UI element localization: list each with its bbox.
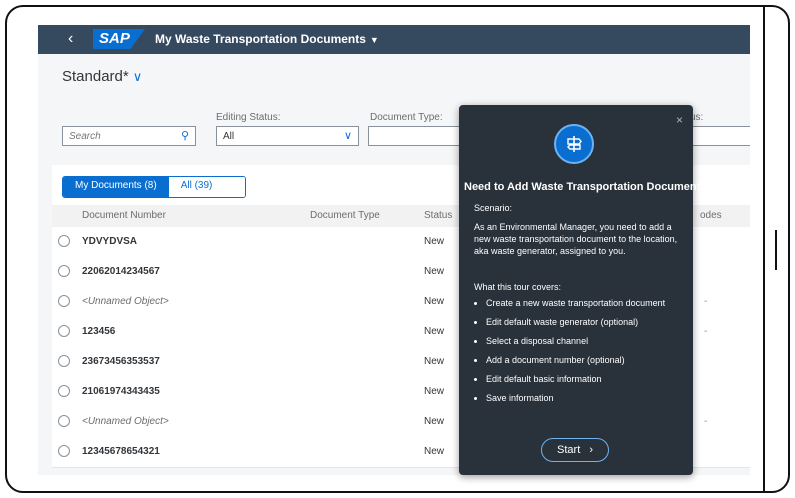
chevron-right-icon: › [589, 444, 593, 456]
row-radio[interactable] [58, 415, 70, 427]
row-codes-value: - [704, 326, 708, 337]
row-status: New [424, 326, 445, 337]
document-number: 123456 [82, 326, 116, 337]
shell-bar: ‹ SAP My Waste Transportation Documents ▼ [38, 25, 750, 54]
row-radio[interactable] [58, 325, 70, 337]
column-codes[interactable]: odes [700, 210, 722, 221]
status-filter-select[interactable] [690, 126, 750, 146]
row-status: New [424, 416, 445, 427]
start-tour-button[interactable]: Start › [541, 438, 609, 462]
editing-status-label: Editing Status: [216, 112, 281, 123]
app-title: My Waste Transportation Documents [155, 32, 366, 46]
variant-management[interactable]: Standard* ∨ [62, 68, 142, 85]
caret-down-icon: ▼ [369, 35, 379, 45]
tour-step: Select a disposal channel [486, 336, 686, 347]
row-codes-value: - [704, 296, 708, 307]
column-document-number[interactable]: Document Number [82, 210, 166, 221]
document-segmented-button: My Documents (8) All (39) [62, 176, 246, 198]
row-radio[interactable] [58, 235, 70, 247]
start-label: Start [557, 444, 581, 456]
row-status: New [424, 386, 445, 397]
row-status: New [424, 356, 445, 367]
tour-step: Edit default basic information [486, 374, 686, 385]
document-type-label: Document Type: [370, 112, 443, 123]
row-status: New [424, 446, 445, 457]
row-status: New [424, 296, 445, 307]
sap-logo-text: SAP [99, 30, 130, 47]
back-chevron-left-icon[interactable]: ‹ [68, 29, 73, 49]
search-icon[interactable]: ⚲ [181, 129, 189, 142]
row-status: New [424, 236, 445, 247]
tour-step: Add a document number (optional) [486, 355, 686, 366]
row-status: New [424, 266, 445, 277]
sap-logo: SAP [93, 29, 145, 49]
segment-my-documents[interactable]: My Documents (8) [63, 177, 169, 197]
column-document-type[interactable]: Document Type [310, 210, 380, 221]
scenario-text: As an Environmental Manager, you need to… [474, 222, 678, 256]
editing-status-value: All [223, 131, 235, 142]
column-status[interactable]: Status [424, 210, 452, 221]
segment-all[interactable]: All (39) [168, 177, 245, 197]
signpost-icon [554, 124, 594, 164]
document-number: <Unnamed Object> [82, 416, 169, 427]
row-radio[interactable] [58, 355, 70, 367]
scenario-label: Scenario: [474, 203, 513, 213]
document-number: 12345678654321 [82, 446, 160, 457]
variant-chevron-down-icon: ∨ [132, 69, 143, 84]
document-type-select[interactable] [368, 126, 463, 146]
row-radio[interactable] [58, 295, 70, 307]
search-input[interactable]: Search ⚲ [62, 126, 196, 146]
editing-status-select[interactable]: All ∨ [216, 126, 359, 146]
search-placeholder: Search [69, 131, 101, 142]
document-number: 21061974343435 [82, 386, 160, 397]
row-radio[interactable] [58, 385, 70, 397]
document-number: 22062014234567 [82, 266, 160, 277]
tour-steps-list: Create a new waste transportation docume… [474, 298, 686, 412]
text-cursor-bar [775, 230, 777, 270]
document-number: <Unnamed Object> [82, 296, 169, 307]
document-number: YDVYDVSA [82, 236, 138, 247]
row-radio[interactable] [58, 445, 70, 457]
tour-step: Create a new waste transportation docume… [486, 298, 686, 309]
tour-title: Need to Add Waste Transportation Documen… [464, 181, 701, 193]
app-title-menu[interactable]: My Waste Transportation Documents ▼ [155, 32, 379, 46]
row-codes-value: - [704, 416, 708, 427]
row-radio[interactable] [58, 265, 70, 277]
frame-divider [763, 7, 765, 493]
covers-label: What this tour covers: [474, 282, 562, 292]
document-number: 23673456353537 [82, 356, 160, 367]
tour-step: Save information [486, 393, 686, 404]
variant-name: Standard* [62, 68, 129, 85]
guided-tour-popover: × Need to Add Waste Transportation Docum… [459, 105, 700, 475]
chevron-down-icon: ∨ [343, 130, 352, 142]
tour-step: Edit default waste generator (optional) [486, 317, 686, 328]
close-icon[interactable]: × [676, 113, 683, 127]
